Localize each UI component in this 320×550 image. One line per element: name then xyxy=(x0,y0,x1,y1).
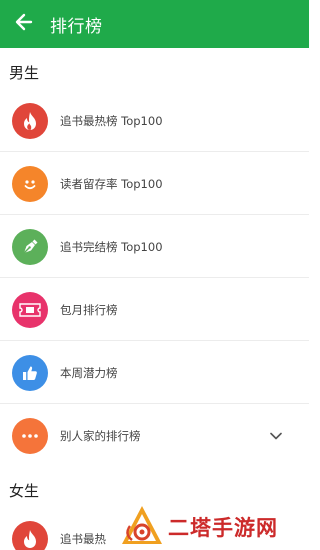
ticket-icon xyxy=(12,291,48,328)
thumbs-up-icon xyxy=(12,354,48,391)
pen-nib-icon xyxy=(12,228,48,265)
list-item-female-hottest[interactable]: 追书最热 xyxy=(0,508,309,550)
list-item-label: 别人家的排行榜 xyxy=(60,429,141,443)
more-dots-icon xyxy=(12,418,48,454)
list-item-label: 本周潜力榜 xyxy=(60,365,118,380)
list-item-label: 读者留存率 Top100 xyxy=(60,176,163,191)
flame-icon xyxy=(12,102,48,139)
list-item-label: 包月排行榜 xyxy=(60,302,118,317)
list-item-retention[interactable]: 读者留存率 Top100 xyxy=(0,153,309,215)
list-item-label: 追书最热榜 Top100 xyxy=(60,113,163,128)
app-bar: 排行榜 xyxy=(0,0,309,48)
list-item-completed[interactable]: 追书完结榜 Top100 xyxy=(0,216,309,278)
list-item-label: 追书最热 xyxy=(60,532,106,546)
chevron-down-icon[interactable] xyxy=(269,429,283,443)
back-button[interactable] xyxy=(0,0,48,48)
list-item-monthly[interactable]: 包月排行榜 xyxy=(0,279,309,341)
list-item-potential[interactable]: 本周潜力榜 xyxy=(0,342,309,404)
list-item-hottest[interactable]: 追书最热榜 Top100 xyxy=(0,90,309,152)
list-item-others[interactable]: 别人家的排行榜 xyxy=(0,405,309,467)
arrow-left-icon xyxy=(14,12,34,36)
list-item-label: 追书完结榜 Top100 xyxy=(60,239,163,254)
flame-icon xyxy=(12,521,48,550)
smiley-icon xyxy=(12,165,48,202)
section-title-female: 女生 xyxy=(9,482,40,500)
page-title: 排行榜 xyxy=(50,16,103,37)
section-title-male: 男生 xyxy=(9,64,40,82)
